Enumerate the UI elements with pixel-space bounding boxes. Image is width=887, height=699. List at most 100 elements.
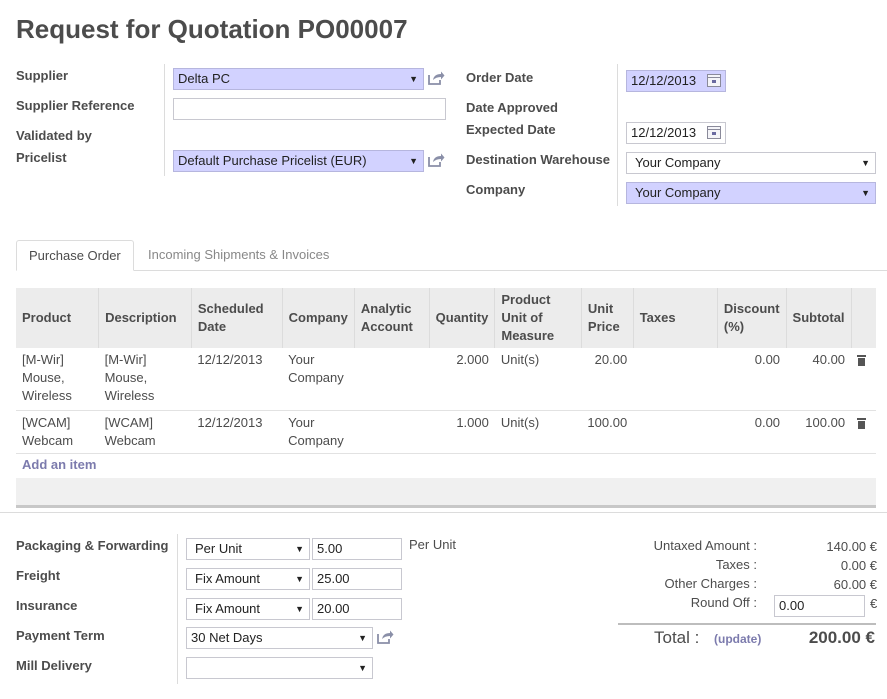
tab-label: Purchase Order (29, 248, 121, 263)
pricelist-value: Default Purchase Pricelist (EUR) (178, 153, 367, 168)
cell-analytic-account (354, 410, 430, 454)
freight-type-select[interactable]: Fix Amount ▼ (186, 568, 310, 590)
supplier-reference-input[interactable] (173, 98, 446, 120)
trash-icon[interactable] (857, 355, 867, 366)
company-value: Your Company (635, 185, 721, 200)
packaging-type-value: Per Unit (195, 541, 242, 556)
tab-incoming-shipments-invoices[interactable]: Incoming Shipments & Invoices (136, 240, 341, 271)
update-totals-link[interactable]: (update) (714, 632, 761, 646)
destination-warehouse-value: Your Company (635, 155, 721, 170)
other-charges-label: Other Charges : (664, 576, 758, 591)
company-select[interactable]: Your Company ▼ (626, 182, 876, 204)
total-label: Total : (654, 628, 700, 647)
table-row[interactable]: [WCAM] Webcam [WCAM] Webcam 12/12/2013 Y… (16, 410, 876, 454)
insurance-amount-value: 20.00 (317, 601, 350, 616)
round-off-input[interactable]: 0.00 (774, 595, 865, 617)
cell-unit-price: 100.00 (581, 410, 634, 454)
external-link-icon[interactable] (427, 70, 445, 86)
column-header-taxes[interactable]: Taxes (633, 288, 718, 348)
expected-date-input[interactable]: 12/12/2013 (626, 122, 726, 144)
cell-uom: Unit(s) (494, 410, 582, 454)
payment-term-select[interactable]: 30 Net Days ▼ (186, 627, 373, 649)
freight-label: Freight (16, 568, 61, 583)
freight-amount-input[interactable]: 25.00 (312, 568, 402, 590)
column-header-product[interactable]: Product (16, 288, 100, 348)
chevron-down-icon: ▼ (295, 544, 304, 554)
cell-description: [WCAM] Webcam (98, 410, 192, 454)
cell-company: Your Company (282, 348, 355, 411)
tab-purchase-order[interactable]: Purchase Order (16, 240, 134, 271)
mill-delivery-label: Mill Delivery (16, 658, 92, 673)
order-date-input[interactable]: 12/12/2013 (626, 70, 726, 92)
charges-separator (177, 534, 178, 684)
chevron-down-icon: ▼ (861, 158, 870, 168)
taxes-value: 0.00 € (840, 558, 877, 573)
table-row[interactable]: [M-Wir] Mouse, Wireless [M-Wir] Mouse, W… (16, 348, 876, 411)
trash-icon[interactable] (857, 417, 867, 429)
expected-date-value: 12/12/2013 (631, 125, 697, 140)
chevron-down-icon: ▼ (295, 574, 304, 584)
section-divider (0, 512, 887, 513)
cell-subtotal: 40.00 (786, 348, 852, 411)
freight-amount-value: 25.00 (317, 571, 350, 586)
table-footer-band (16, 478, 876, 506)
destination-warehouse-select[interactable]: Your Company ▼ (626, 152, 876, 174)
column-header-company[interactable]: Company (282, 288, 355, 348)
calendar-icon[interactable] (707, 126, 721, 139)
right-group-separator (617, 64, 618, 206)
chevron-down-icon: ▼ (358, 633, 367, 643)
column-header-quantity[interactable]: Quantity (429, 288, 496, 348)
untaxed-amount-label: Untaxed Amount : (653, 538, 757, 553)
column-header-uom[interactable]: Product Unit of Measure (494, 288, 582, 348)
round-off-label: Round Off : (690, 595, 757, 610)
cell-unit-price: 20.00 (581, 348, 634, 411)
round-off-currency: € (870, 596, 878, 611)
column-header-description[interactable]: Description (98, 288, 192, 348)
cell-uom: Unit(s) (494, 348, 582, 411)
pricelist-select[interactable]: Default Purchase Pricelist (EUR) ▼ (173, 150, 424, 172)
packaging-suffix: Per Unit (409, 537, 456, 552)
cell-actions (851, 348, 876, 411)
cell-product: [WCAM] Webcam (16, 410, 99, 454)
payment-term-value: 30 Net Days (191, 630, 263, 645)
order-date-value: 12/12/2013 (631, 73, 697, 88)
mill-delivery-select[interactable]: ▼ (186, 657, 373, 679)
packaging-amount-input[interactable]: 5.00 (312, 538, 402, 560)
calendar-icon[interactable] (707, 74, 721, 87)
order-lines-table: Product Description Scheduled Date Compa… (16, 288, 876, 454)
column-header-scheduled-date[interactable]: Scheduled Date (191, 288, 283, 348)
cell-description: [M-Wir] Mouse, Wireless (98, 348, 192, 411)
table-footer-divider (16, 505, 876, 508)
company-label: Company (466, 182, 526, 197)
cell-analytic-account (354, 348, 430, 411)
insurance-label: Insurance (16, 598, 78, 613)
supplier-reference-label: Supplier Reference (16, 98, 135, 113)
add-item-link[interactable]: Add an item (22, 457, 96, 472)
expected-date-label: Expected Date (466, 122, 556, 137)
packaging-forwarding-label: Packaging & Forwarding (16, 538, 169, 553)
total-value: 200.00 € (808, 628, 875, 647)
other-charges-value: 60.00 € (833, 577, 877, 592)
cell-taxes (633, 348, 718, 411)
chevron-down-icon: ▼ (861, 188, 870, 198)
supplier-select[interactable]: Delta PC ▼ (173, 68, 424, 90)
external-link-icon[interactable] (376, 629, 394, 645)
cell-discount: 0.00 (717, 348, 787, 411)
cell-scheduled-date: 12/12/2013 (191, 348, 283, 411)
column-header-analytic-account[interactable]: Analytic Account (354, 288, 430, 348)
column-header-actions (851, 288, 876, 348)
round-off-value: 0.00 (779, 598, 805, 613)
insurance-amount-input[interactable]: 20.00 (312, 598, 402, 620)
table-header-row: Product Description Scheduled Date Compa… (16, 288, 876, 348)
cell-quantity: 1.000 (429, 410, 495, 454)
column-header-unit-price[interactable]: Unit Price (581, 288, 634, 348)
insurance-type-select[interactable]: Fix Amount ▼ (186, 598, 310, 620)
packaging-type-select[interactable]: Per Unit ▼ (186, 538, 310, 560)
tab-label: Incoming Shipments & Invoices (148, 247, 330, 262)
cell-company: Your Company (282, 410, 355, 454)
column-header-subtotal[interactable]: Subtotal (786, 288, 852, 348)
date-approved-label: Date Approved (466, 100, 558, 115)
untaxed-amount-value: 140.00 € (826, 539, 877, 554)
column-header-discount[interactable]: Discount (%) (717, 288, 787, 348)
external-link-icon[interactable] (427, 152, 445, 168)
